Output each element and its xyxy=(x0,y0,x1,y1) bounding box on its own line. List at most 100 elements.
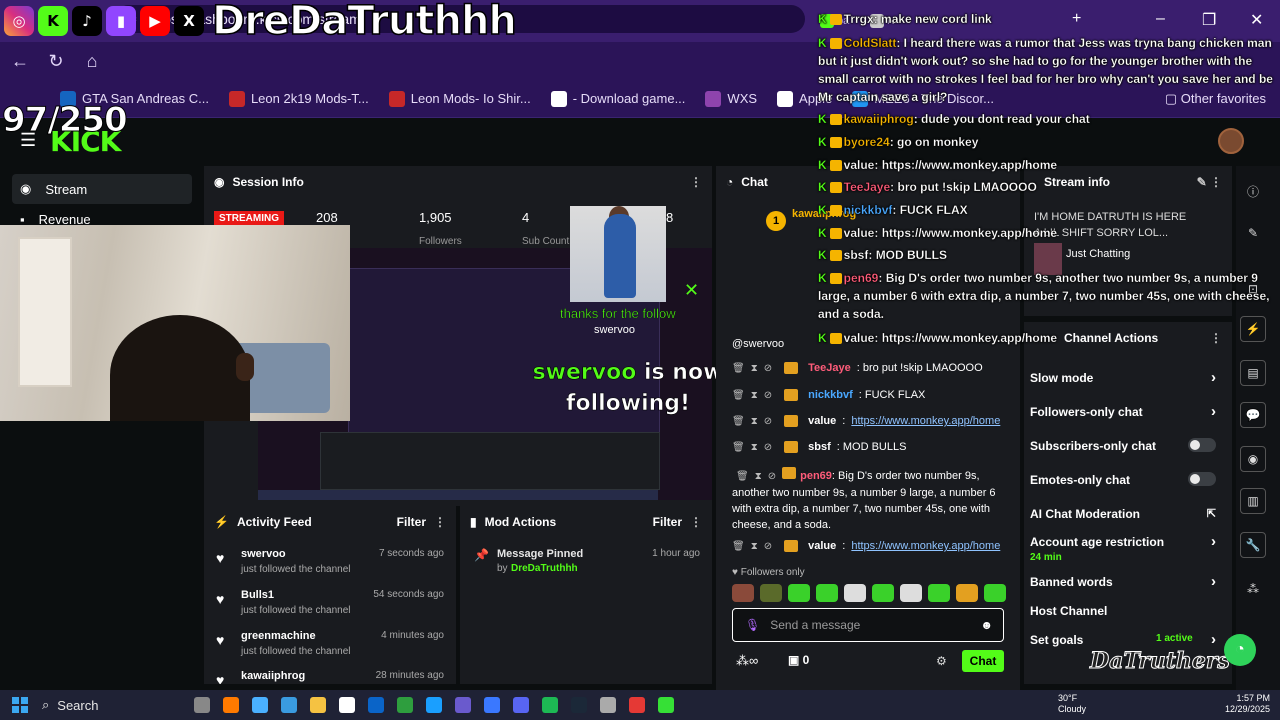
filter-button[interactable]: Filter xyxy=(653,515,682,529)
delete-icon[interactable]: 🗑 xyxy=(732,416,745,427)
bookmark-item[interactable]: Leon 2k19 Mods-T... xyxy=(228,90,369,107)
taskbar-app-icon[interactable] xyxy=(397,697,413,713)
delete-icon[interactable]: 🗑 xyxy=(732,541,745,552)
ban-icon[interactable]: ⊘ xyxy=(768,471,776,482)
chat-bubble-icon[interactable]: 💬 xyxy=(1240,402,1266,428)
chat-message[interactable]: 🗑 ⧗ ⊘ value: https://www.monkey.app/home xyxy=(732,540,1012,552)
delete-icon[interactable]: 🗑 xyxy=(732,442,745,453)
taskbar-app-icon[interactable] xyxy=(542,697,558,713)
taskbar-app-icon[interactable] xyxy=(658,697,674,713)
channel-action-item[interactable]: Host Channel xyxy=(1030,604,1216,618)
community-icon[interactable]: ⁂∞ xyxy=(736,653,758,669)
reload-icon[interactable]: ↻ xyxy=(38,51,74,72)
weather-widget[interactable]: 30°F Cloudy xyxy=(1058,693,1086,715)
taskbar-app-icon[interactable] xyxy=(629,697,645,713)
filter-button[interactable]: Filter xyxy=(397,515,426,529)
toggle-switch[interactable] xyxy=(1188,472,1216,486)
send-chat-button[interactable]: Chat xyxy=(962,650,1004,672)
bookmark-item[interactable]: Leon Mods- Io Shir... xyxy=(388,90,531,107)
taskbar-app-icon[interactable] xyxy=(252,697,268,713)
document-icon[interactable]: ▤ xyxy=(1240,360,1266,386)
emote-icon[interactable] xyxy=(928,584,950,602)
chat-username[interactable]: TeeJaye xyxy=(808,362,851,374)
emote-icon[interactable] xyxy=(900,584,922,602)
chat-username[interactable]: nickkbvf xyxy=(808,389,853,401)
emote-icon[interactable] xyxy=(788,584,810,602)
taskbar-app-icon[interactable] xyxy=(513,697,529,713)
chat-message[interactable]: 🗑 ⧗ ⊘ nickkbvf: FUCK FLAX xyxy=(732,389,1012,401)
taskbar-clock[interactable]: 1:57 PM 12/29/2025 xyxy=(1206,693,1270,715)
chat-message[interactable]: 🗑 ⧗ ⊘ sbsf: MOD BULLS xyxy=(732,441,1012,453)
chat-link[interactable]: https://www.monkey.app/home xyxy=(851,540,1000,552)
more-icon[interactable]: ⋮ xyxy=(690,175,702,189)
taskbar-app-icon[interactable] xyxy=(310,697,326,713)
chat-username[interactable]: sbsf xyxy=(808,441,831,453)
broadcast-icon[interactable]: ◉ xyxy=(1240,446,1266,472)
windows-start-icon[interactable] xyxy=(12,697,28,713)
ban-icon[interactable]: ⊘ xyxy=(764,363,772,374)
emote-icon[interactable] xyxy=(816,584,838,602)
more-icon[interactable]: ⋮ xyxy=(434,515,446,529)
microphone-icon[interactable]: 🎙 xyxy=(745,618,760,632)
toggle-switch[interactable] xyxy=(1188,438,1216,452)
emote-icon[interactable] xyxy=(872,584,894,602)
emoji-icon[interactable]: ☻ xyxy=(980,618,993,632)
points-counter[interactable]: ▣ 0 xyxy=(788,653,809,667)
channel-action-item[interactable]: Subscribers-only chat xyxy=(1030,438,1216,453)
activity-item[interactable]: ♥ swervoo 7 seconds ago just followed the c… xyxy=(216,548,452,582)
timeout-icon[interactable]: ⧗ xyxy=(751,390,758,401)
delete-icon[interactable]: 🗑 xyxy=(736,471,749,482)
channel-action-item[interactable]: Slow mode › xyxy=(1030,369,1216,386)
chat-settings-icon[interactable]: ⚙ xyxy=(936,654,947,668)
layout-icon[interactable]: ▥ xyxy=(1240,488,1266,514)
activity-item[interactable]: ♥ kawaiiphrog 28 minutes ago xyxy=(216,670,452,684)
timeout-icon[interactable]: ⧗ xyxy=(751,416,758,427)
delete-icon[interactable]: 🗑 xyxy=(732,390,745,401)
support-fab-icon[interactable]: ◔ xyxy=(1224,634,1256,666)
ban-icon[interactable]: ⊘ xyxy=(764,416,772,427)
chat-message[interactable]: 🗑 ⧗ ⊘ pen69: Big D's order two number 9s, a… xyxy=(732,467,1014,533)
chat-message-input[interactable]: 🎙 Send a message ☻ xyxy=(732,608,1004,642)
timeout-icon[interactable]: ⧗ xyxy=(751,363,758,374)
taskbar-app-icon[interactable] xyxy=(484,697,500,713)
taskbar-app-icon[interactable] xyxy=(368,697,384,713)
bookmark-item[interactable]: WXS xyxy=(705,90,757,107)
taskbar-search[interactable]: ⌕ Search xyxy=(42,694,182,716)
taskbar-app-icon[interactable] xyxy=(426,697,442,713)
sidebar-item-stream[interactable]: ◉ Stream xyxy=(12,174,192,204)
chat-link[interactable]: https://www.monkey.app/home xyxy=(851,415,1000,427)
chat-message[interactable]: 🗑 ⧗ ⊘ value: https://www.monkey.app/home xyxy=(732,415,1012,427)
channel-action-item[interactable]: AI Chat Moderation ⇱ xyxy=(1030,507,1216,521)
timeout-icon[interactable]: ⧗ xyxy=(751,442,758,453)
emote-icon[interactable] xyxy=(956,584,978,602)
taskbar-app-icon[interactable] xyxy=(455,697,471,713)
bookmark-item[interactable]: - Download game... xyxy=(550,90,685,107)
channel-action-item[interactable]: Account age restriction 24 min › xyxy=(1030,533,1216,563)
taskbar-app-icon[interactable] xyxy=(600,697,616,713)
taskbar-app-icon[interactable] xyxy=(194,697,210,713)
channel-action-item[interactable]: Emotes-only chat xyxy=(1030,472,1216,487)
activity-item[interactable]: ♥ greenmachine 4 minutes ago just followed … xyxy=(216,630,452,664)
chat-username[interactable]: value xyxy=(808,415,836,427)
home-icon[interactable]: ⌂ xyxy=(74,51,110,72)
taskbar-app-icon[interactable] xyxy=(223,697,239,713)
more-icon[interactable]: ⋮ xyxy=(690,515,702,529)
emote-icon[interactable] xyxy=(732,584,754,602)
apps-icon[interactable]: ⁂ xyxy=(1240,576,1266,602)
ban-icon[interactable]: ⊘ xyxy=(764,442,772,453)
mod-action-by[interactable]: DreDaTruthhh xyxy=(511,563,578,574)
emote-icon[interactable] xyxy=(760,584,782,602)
ban-icon[interactable]: ⊘ xyxy=(764,541,772,552)
channel-action-item[interactable]: Banned words › xyxy=(1030,573,1216,590)
chat-message[interactable]: 🗑 ⧗ ⊘ TeeJaye: bro put !skip LMAOOOO xyxy=(732,362,1012,374)
taskbar-app-icon[interactable] xyxy=(281,697,297,713)
ban-icon[interactable]: ⊘ xyxy=(764,390,772,401)
activity-item[interactable]: ♥ Bulls1 54 seconds ago just followed the c… xyxy=(216,589,452,623)
chat-username[interactable]: value xyxy=(808,540,836,552)
delete-icon[interactable]: 🗑 xyxy=(732,363,745,374)
back-icon[interactable]: ← xyxy=(2,51,38,72)
emote-icon[interactable] xyxy=(844,584,866,602)
timeout-icon[interactable]: ⧗ xyxy=(755,471,762,482)
taskbar-app-icon[interactable] xyxy=(339,697,355,713)
chat-username[interactable]: pen69 xyxy=(800,470,832,482)
